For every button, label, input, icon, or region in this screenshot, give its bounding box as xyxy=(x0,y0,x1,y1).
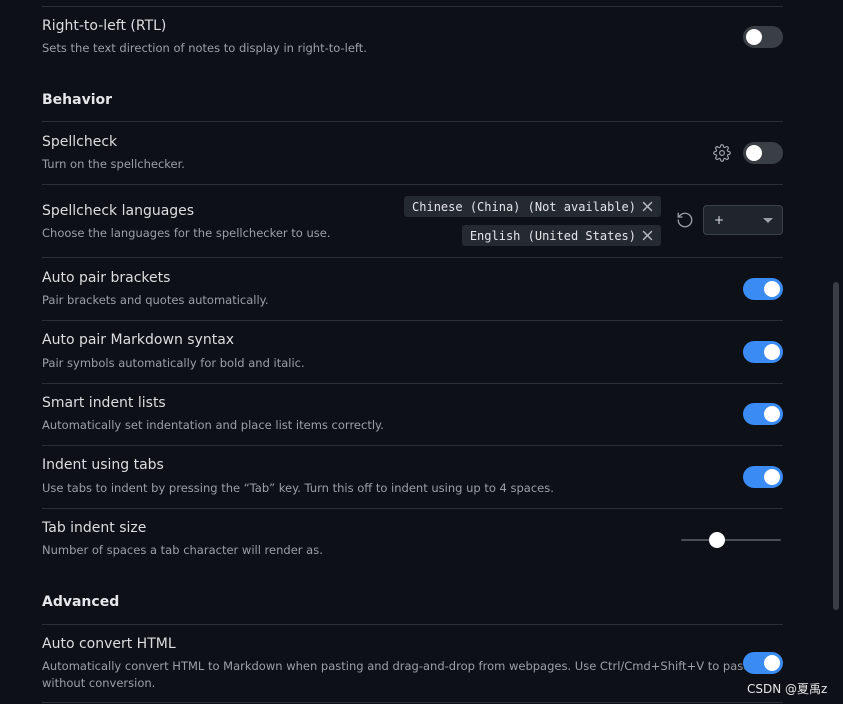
section-heading-advanced: Advanced xyxy=(42,594,120,610)
language-chip-label: Chinese (China) (Not available) xyxy=(412,199,636,214)
setting-description: Use tabs to indent by pressing the “Tab”… xyxy=(42,481,554,495)
scrollbar[interactable] xyxy=(833,282,839,610)
setting-name: Indent using tabs xyxy=(42,457,164,473)
section-heading-behavior: Behavior xyxy=(42,92,113,108)
tab-size-slider[interactable] xyxy=(681,530,781,550)
setting-name: Auto convert HTML xyxy=(42,636,176,652)
setting-spellcheck: Spellcheck Turn on the spellchecker. xyxy=(42,134,783,180)
language-chip-english: English (United States) xyxy=(461,225,661,246)
auto-pair-brackets-toggle[interactable] xyxy=(743,278,783,300)
indent-tabs-toggle[interactable] xyxy=(743,466,783,488)
setting-description: Automatically convert HTML to Markdown w… xyxy=(42,659,755,673)
setting-auto-pair-markdown: Auto pair Markdown syntax Pair symbols a… xyxy=(42,332,783,378)
close-icon[interactable] xyxy=(642,230,653,241)
setting-description: Number of spaces a tab character will re… xyxy=(42,543,323,557)
divider xyxy=(42,445,783,446)
slider-thumb[interactable] xyxy=(709,532,725,548)
divider xyxy=(42,184,783,185)
chevron-down-icon xyxy=(763,218,773,223)
divider xyxy=(42,702,783,703)
watermark: CSDN @夏禹z xyxy=(747,682,828,696)
setting-description: Pair symbols automatically for bold and … xyxy=(42,356,305,370)
divider xyxy=(42,257,783,258)
spellcheck-toggle[interactable] xyxy=(743,142,783,164)
close-icon[interactable] xyxy=(642,201,653,212)
setting-indent-using-tabs: Indent using tabs Use tabs to indent by … xyxy=(42,457,783,503)
setting-name: Auto pair Markdown syntax xyxy=(42,332,235,348)
setting-description: Choose the languages for the spellchecke… xyxy=(42,226,331,240)
toggle-knob xyxy=(746,29,762,45)
auto-pair-markdown-toggle[interactable] xyxy=(743,341,783,363)
setting-description: Turn on the spellchecker. xyxy=(42,157,185,171)
setting-description: Sets the text direction of notes to disp… xyxy=(42,41,367,55)
toggle-knob xyxy=(764,281,780,297)
toggle-knob xyxy=(764,344,780,360)
setting-spellcheck-languages: Spellcheck languages Choose the language… xyxy=(42,196,783,252)
smart-indent-toggle[interactable] xyxy=(743,403,783,425)
setting-name: Smart indent lists xyxy=(42,395,166,411)
setting-description: Automatically set indentation and place … xyxy=(42,418,384,432)
divider xyxy=(42,320,783,321)
language-chip-label: English (United States) xyxy=(469,228,636,243)
auto-convert-html-toggle[interactable] xyxy=(743,652,783,674)
setting-name: Auto pair brackets xyxy=(42,270,171,286)
setting-auto-pair-brackets: Auto pair brackets Pair brackets and quo… xyxy=(42,270,783,316)
toggle-knob xyxy=(764,655,780,671)
setting-name: Spellcheck languages xyxy=(42,203,195,219)
toggle-knob xyxy=(746,145,762,161)
setting-smart-indent-lists: Smart indent lists Automatically set ind… xyxy=(42,395,783,441)
rtl-toggle[interactable] xyxy=(743,26,783,48)
setting-description: Pair brackets and quotes automatically. xyxy=(42,293,269,307)
divider xyxy=(42,383,783,384)
dropdown-value: + xyxy=(714,213,725,227)
setting-rtl: Right-to-left (RTL) Sets the text direct… xyxy=(42,18,783,64)
slider-track xyxy=(681,539,781,541)
setting-tab-indent-size: Tab indent size Number of spaces a tab c… xyxy=(42,520,783,566)
divider xyxy=(42,624,783,625)
language-chip-chinese: Chinese (China) (Not available) xyxy=(404,196,661,217)
toggle-knob xyxy=(764,406,780,422)
toggle-knob xyxy=(764,469,780,485)
setting-name: Tab indent size xyxy=(42,520,147,536)
divider xyxy=(42,508,783,509)
setting-description-continued: without conversion. xyxy=(42,676,156,690)
divider xyxy=(42,121,783,122)
language-add-dropdown[interactable]: + xyxy=(703,205,783,235)
setting-name: Spellcheck xyxy=(42,134,118,150)
setting-name: Right-to-left (RTL) xyxy=(42,18,167,34)
gear-icon[interactable] xyxy=(713,144,731,162)
setting-auto-convert-html: Auto convert HTML Automatically convert … xyxy=(42,636,783,696)
reset-icon[interactable] xyxy=(676,211,694,229)
divider xyxy=(42,6,783,7)
